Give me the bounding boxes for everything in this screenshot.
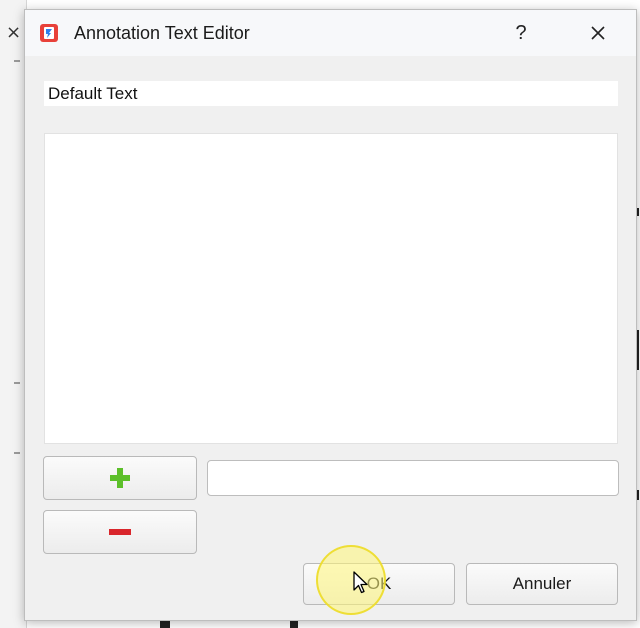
ok-button-label: OK xyxy=(366,574,392,593)
background-mark xyxy=(290,621,298,628)
background-tick xyxy=(14,452,20,454)
minus-icon xyxy=(109,529,131,535)
close-icon xyxy=(591,26,605,40)
title-bar[interactable]: Annotation Text Editor ? xyxy=(25,10,636,56)
annotation-text-input[interactable] xyxy=(44,81,618,106)
annotation-text-editor-dialog: Annotation Text Editor ? OK Annuler xyxy=(24,9,637,621)
text-lines-list[interactable] xyxy=(44,133,618,444)
cancel-button[interactable]: Annuler xyxy=(466,563,618,605)
dialog-title: Annotation Text Editor xyxy=(74,23,250,43)
add-line-button[interactable] xyxy=(43,456,197,500)
background-tick xyxy=(14,382,20,384)
background-tick xyxy=(14,60,20,62)
line-entry-input[interactable] xyxy=(207,460,619,496)
plus-icon xyxy=(110,468,130,488)
background-close-icon[interactable]: × xyxy=(6,22,21,43)
app-logo-icon xyxy=(40,24,58,42)
remove-line-button[interactable] xyxy=(43,510,197,554)
background-mark xyxy=(160,621,170,628)
question-icon: ? xyxy=(515,21,527,44)
cancel-button-label: Annuler xyxy=(512,574,572,593)
help-button[interactable]: ? xyxy=(503,18,539,48)
ok-button[interactable]: OK xyxy=(303,563,455,605)
close-button[interactable] xyxy=(580,18,616,48)
background-window xyxy=(0,0,27,628)
